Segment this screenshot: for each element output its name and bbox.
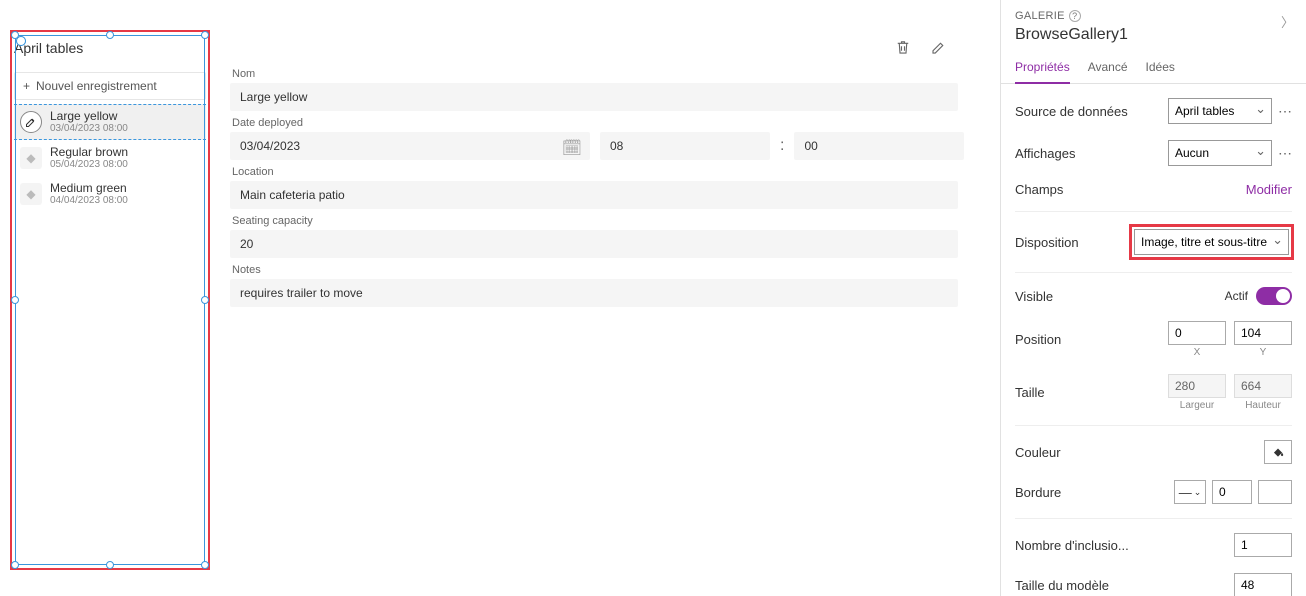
canvas: April tables + Nouvel enregistrement Lar… xyxy=(0,0,1000,596)
field-label-location: Location xyxy=(232,166,958,178)
template-size-input[interactable] xyxy=(1234,573,1292,596)
position-label: Position xyxy=(1015,332,1168,347)
layout-select[interactable]: Image, titre et sous-titre xyxy=(1134,229,1289,255)
minute-input[interactable] xyxy=(794,132,964,160)
help-icon[interactable]: ? xyxy=(1069,10,1081,22)
size-h-input[interactable] xyxy=(1234,374,1292,398)
layout-highlight: Image, titre et sous-titre xyxy=(1129,224,1294,260)
size-w-input[interactable] xyxy=(1168,374,1226,398)
pos-x-input[interactable] xyxy=(1168,321,1226,345)
nom-input[interactable] xyxy=(230,83,958,111)
gallery-selection-highlight xyxy=(10,30,210,570)
visible-label: Visible xyxy=(1015,289,1225,304)
layout-label: Disposition xyxy=(1015,235,1131,250)
datasource-label: Source de données xyxy=(1015,104,1168,119)
wrap-input[interactable] xyxy=(1234,533,1292,557)
field-label-nom: Nom xyxy=(232,68,958,80)
template-size-label: Taille du modèle xyxy=(1015,578,1234,593)
date-input[interactable] xyxy=(230,132,590,160)
wrap-label: Nombre d'inclusio... xyxy=(1015,538,1234,553)
edit-icon[interactable] xyxy=(930,38,948,56)
fields-label: Champs xyxy=(1015,182,1246,197)
border-style-select[interactable]: — ⌄ xyxy=(1174,480,1206,504)
panel-breadcrumb: GALERIE ? xyxy=(1015,10,1292,22)
location-input[interactable] xyxy=(230,181,958,209)
tab-advanced[interactable]: Avancé xyxy=(1088,52,1128,83)
border-color-picker[interactable] xyxy=(1258,480,1292,504)
visible-toggle[interactable] xyxy=(1256,287,1292,305)
time-separator: : xyxy=(780,137,784,155)
detail-form: Nom Date deployed 🗓 : Location Seating c… xyxy=(220,30,968,307)
fields-edit-link[interactable]: Modifier xyxy=(1246,182,1292,197)
tab-properties[interactable]: Propriétés xyxy=(1015,52,1070,84)
border-width-input[interactable] xyxy=(1212,480,1252,504)
hour-input[interactable] xyxy=(600,132,770,160)
pos-y-input[interactable] xyxy=(1234,321,1292,345)
color-picker[interactable] xyxy=(1264,440,1292,464)
notes-input[interactable] xyxy=(230,279,958,307)
more-icon[interactable]: ⋯ xyxy=(1278,145,1292,162)
paint-bucket-icon xyxy=(1271,445,1285,459)
border-label: Bordure xyxy=(1015,485,1174,500)
properties-panel: GALERIE ? BrowseGallery1 〉 Propriétés Av… xyxy=(1000,0,1306,596)
more-icon[interactable]: ⋯ xyxy=(1278,103,1292,120)
field-label-date: Date deployed xyxy=(232,117,958,129)
gallery-selection-box[interactable] xyxy=(15,35,205,565)
panel-title: BrowseGallery1 xyxy=(1015,26,1292,44)
visible-state: Actif xyxy=(1225,289,1248,303)
seating-input[interactable] xyxy=(230,230,958,258)
views-label: Affichages xyxy=(1015,146,1168,161)
views-select[interactable]: Aucun xyxy=(1168,140,1272,166)
calendar-icon[interactable]: 🗓 xyxy=(562,138,582,158)
size-label: Taille xyxy=(1015,385,1168,400)
color-label: Couleur xyxy=(1015,445,1264,460)
panel-tabs: Propriétés Avancé Idées xyxy=(1001,52,1306,84)
collapse-chevron-icon[interactable]: 〉 xyxy=(1281,12,1294,31)
delete-icon[interactable] xyxy=(894,38,912,56)
tab-ideas[interactable]: Idées xyxy=(1146,52,1175,83)
field-label-notes: Notes xyxy=(232,264,958,276)
field-label-seating: Seating capacity xyxy=(232,215,958,227)
datasource-select[interactable]: April tables xyxy=(1168,98,1272,124)
